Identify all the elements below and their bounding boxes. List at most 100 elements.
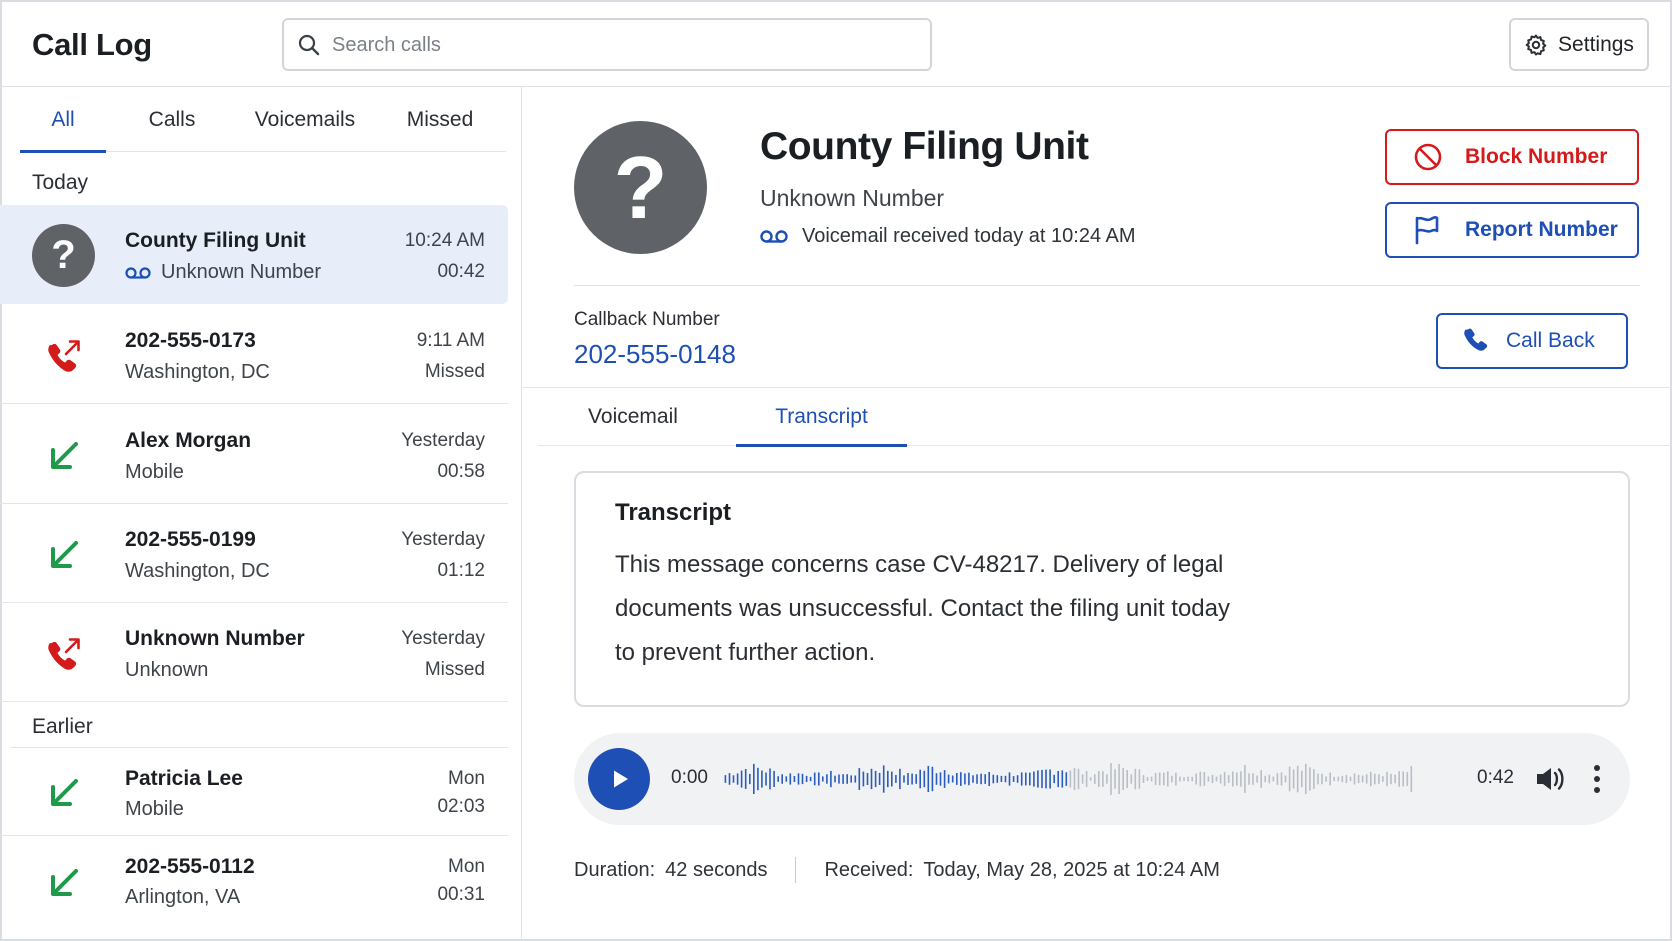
waveform-bar [1227,775,1230,783]
contact-type: Unknown Number [760,185,945,211]
waveform-bar [874,770,877,788]
waveform-bar [1016,775,1019,783]
more-options-icon[interactable] [1592,763,1602,795]
meta-separator [795,857,797,883]
waveform-bar [1102,771,1104,787]
block-number-button[interactable]: Block Number [1385,129,1639,185]
waveform-bar [1000,775,1003,782]
waveform-bar [850,775,852,783]
waveform-bar [1272,776,1275,782]
waveform-bar [1313,769,1315,789]
waveform-bar [1333,776,1335,782]
waveform-bar [907,773,909,785]
call-list-panel: All Calls Voicemails Missed Today ? Coun… [0,87,522,941]
volume-icon[interactable] [1534,764,1566,794]
waveform-bar [1146,777,1149,781]
tab-voicemails[interactable]: Voicemails [238,87,372,152]
audio-player: 0:00 0:42 [574,733,1630,825]
transcript-line: This message concerns case CV-48217. Del… [615,551,1224,578]
waveform-bar [834,775,836,783]
call-meta: Missed [424,361,485,382]
block-icon [1414,143,1442,171]
call-row[interactable]: 202-555-0173 Washington, DC 9:11 AM Miss… [0,305,508,404]
section-label-earlier: Earlier [32,715,93,738]
tab-voicemail[interactable]: Voicemail [558,388,708,446]
waveform-bar [1065,772,1068,786]
call-row[interactable]: 202-555-0112 Arlington, VA Mon 00:31 [0,837,508,926]
call-time: 10:24 AM [404,230,485,251]
call-row[interactable]: Unknown Number Unknown Yesterday Missed [0,603,508,702]
waveform-bar [1122,768,1124,791]
waveform-bar [1223,771,1226,786]
caller-sub: Unknown Number [161,261,322,283]
waveform-bar [858,768,861,790]
voicemail-status-text: Voicemail received today at 10:24 AM [802,225,1136,247]
waveform-bar [781,774,783,784]
tab-calls[interactable]: Calls [130,87,214,152]
waveform-bar [1203,772,1206,786]
waveform-bar [964,773,966,785]
callback-label: Callback Number [574,309,720,330]
waveform-bar [785,776,788,782]
waveform-bar [1085,771,1088,787]
waveform-bar [1130,774,1133,784]
waveform-bar [1029,772,1031,786]
transcript-title: Transcript [615,499,732,526]
call-row[interactable]: Alex Morgan Mobile Yesterday 00:58 [0,405,508,504]
tab-all[interactable]: All [20,87,106,153]
waveform-bar [1240,771,1242,787]
waveform-bar [1365,774,1368,784]
waveform-bar [1114,769,1116,789]
waveform-bar [1305,763,1307,794]
waveform-bar [992,774,995,784]
waveform-bar [1325,776,1327,782]
waveform-bar [1154,773,1157,785]
missed-call-icon [47,339,80,372]
caller-name: 202-555-0199 [125,528,256,551]
tab-missed[interactable]: Missed [388,87,492,152]
waveform-bar [1094,774,1096,784]
caller-name: 202-555-0112 [125,855,255,878]
waveform-bar [923,770,926,788]
call-meta: 01:12 [437,560,485,581]
transcript-card: Transcript This message concerns case CV… [574,471,1630,707]
waveform-bar [919,769,921,789]
waveform-bar [1142,775,1145,783]
waveform-bar [935,773,938,785]
call-meta: Missed [424,659,485,680]
waveform-bar [911,773,913,785]
call-row[interactable]: Patricia Lee Mobile Mon 02:03 [0,747,508,836]
waveform-bar [813,772,816,786]
waveform-bar [1276,773,1279,785]
waveform-bar [1329,772,1331,786]
play-button[interactable] [588,748,650,810]
contact-name: County Filing Unit [760,125,1089,168]
settings-button[interactable]: Settings [1509,18,1649,71]
call-back-button[interactable]: Call Back [1436,313,1628,369]
waveform-bar [1187,776,1189,782]
waveform-bar [749,773,751,785]
waveform-bar [1025,772,1027,786]
audio-waveform[interactable] [724,759,1414,799]
search-box[interactable] [282,18,932,71]
incoming-call-icon [50,441,78,469]
caller-name: Alex Morgan [125,429,252,452]
report-number-button[interactable]: Report Number [1385,202,1639,258]
waveform-bar [1301,770,1303,788]
total-time: 0:42 [1477,767,1514,788]
call-row-county-filing-unit[interactable]: ? County Filing Unit Unknown Number 10:2… [0,205,508,304]
waveform-bar [1089,777,1092,781]
waveform-bar [878,772,881,785]
waveform-bar [915,774,917,784]
phone-icon [1464,328,1488,351]
caller-sub: Mobile [125,798,184,820]
callback-number-link[interactable]: 202-555-0148 [574,339,736,370]
waveform-bar [1402,771,1404,787]
waveform-bar [862,771,865,787]
waveform-bar [1378,774,1380,784]
search-input[interactable] [332,28,912,62]
waveform-bar [1349,776,1352,782]
call-row[interactable]: 202-555-0199 Washington, DC Yesterday 01… [0,504,508,603]
call-detail-panel: ? County Filing Unit Unknown Number Voic… [523,87,1672,941]
tab-transcript[interactable]: Transcript [736,388,907,447]
